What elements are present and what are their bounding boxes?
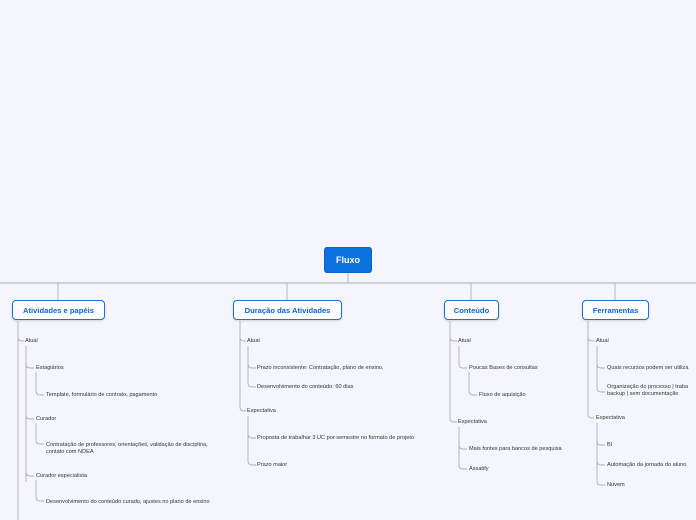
b3-item-mais-fontes[interactable]: Mais fontes para bancos de pesquisa <box>469 446 562 453</box>
b1-item-curador-detail[interactable]: Contratação de professores, orientações,… <box>46 442 216 456</box>
b4-item-bi[interactable]: BI <box>607 442 612 449</box>
b4-item-quais-recursos[interactable]: Quais recursos podem ser utiliza <box>607 365 696 372</box>
b2-item-prazo-inconsistente[interactable]: Prazo inconsistente: Contratação, plano … <box>257 365 427 372</box>
b2-group-expectativa[interactable]: Expectativa <box>247 408 276 415</box>
b4-item-automacao[interactable]: Automação da jornada do aluno <box>607 462 686 469</box>
b1-group-atual[interactable]: Atual <box>25 338 38 345</box>
b1-item-curador[interactable]: Curador <box>36 416 56 423</box>
b4-group-atual[interactable]: Atual <box>596 338 609 345</box>
b3-group-expectativa[interactable]: Expectativa <box>458 419 487 426</box>
b2-item-desenvolvimento[interactable]: Desenvolvimento do conteúdo: 60 dias <box>257 384 427 391</box>
branch-atividades-e-papeis[interactable]: Atividades e papéis <box>12 300 105 320</box>
mind-map-canvas: Fluxo Atividades e papéis Atual Estagiár… <box>0 0 696 520</box>
b2-item-proposta[interactable]: Proposta de trabalhar 3 UC por semestre … <box>257 435 427 442</box>
b3-group-atual[interactable]: Atual <box>458 338 471 345</box>
branch-ferramentas[interactable]: Ferramentas <box>582 300 649 320</box>
b2-item-prazo-maior[interactable]: Prazo maior <box>257 462 287 469</box>
b3-item-fluxo-de-aquisicao[interactable]: Fluxo de aquisição <box>479 392 526 399</box>
branch-conteudo[interactable]: Conteúdo <box>444 300 499 320</box>
b1-item-estagiarios-detail[interactable]: Template, formulário de contrato, pagame… <box>46 392 216 399</box>
b3-item-poucas-bases[interactable]: Poucas Bases de consultas <box>469 365 538 372</box>
branch-duracao-das-atividades[interactable]: Duração das Atividades <box>233 300 342 320</box>
b1-item-curador-especialista[interactable]: Curador especialista <box>36 473 87 480</box>
root-topic[interactable]: Fluxo <box>324 247 372 273</box>
b4-item-organizacao[interactable]: Organização do processo | traba backup |… <box>607 384 696 398</box>
b4-group-expectativa[interactable]: Expectativa <box>596 415 625 422</box>
b1-item-curador-especialista-detail[interactable]: Desenvolvimento do conteúdo curado, ajus… <box>46 499 216 506</box>
b2-group-atual[interactable]: Atual <box>247 338 260 345</box>
b4-item-nuvem[interactable]: Nuvem <box>607 482 625 489</box>
b1-item-estagiarios[interactable]: Estagiários <box>36 365 64 372</box>
b3-item-assatify[interactable]: Assatify <box>469 466 489 473</box>
